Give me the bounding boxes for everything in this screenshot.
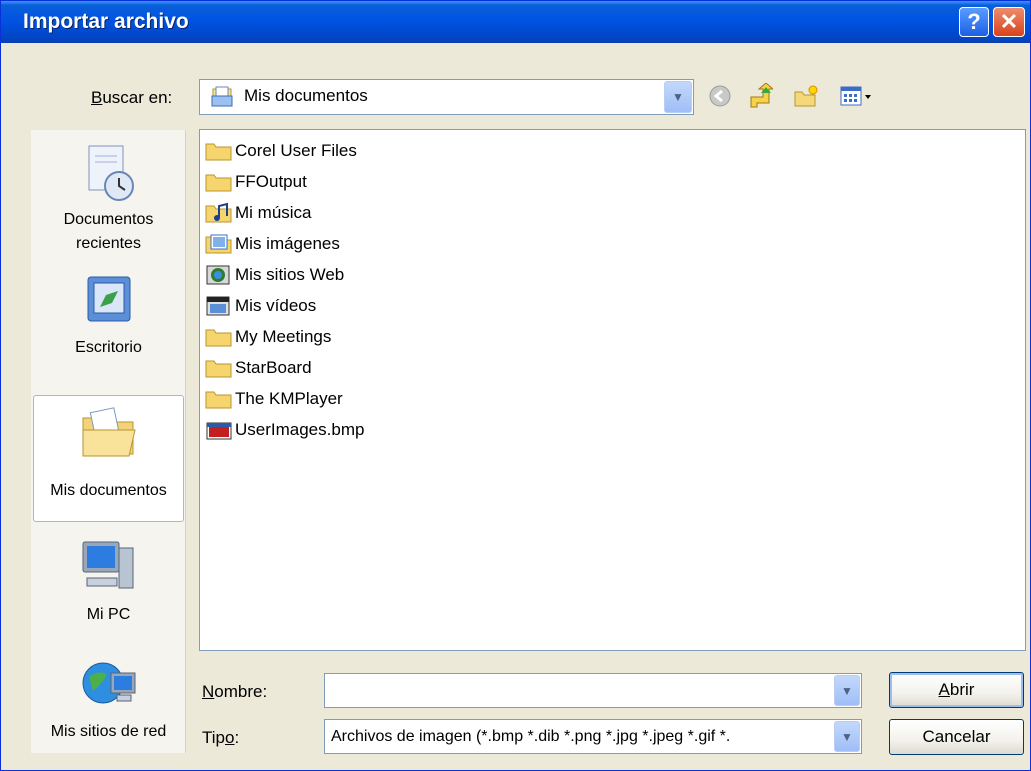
look-in-value: Mis documentos bbox=[244, 86, 368, 105]
folder-icon bbox=[205, 360, 232, 378]
filetype-value: Archivos de imagen (*.bmp *.dib *.png *.… bbox=[331, 728, 731, 745]
cancel-button[interactable]: Cancelar bbox=[889, 719, 1024, 755]
recent-documents-icon bbox=[88, 145, 134, 201]
import-file-dialog: Importar archivo ? ✕ Buscar en: Mis docu… bbox=[0, 0, 1031, 771]
folder-icon bbox=[205, 391, 232, 409]
close-button[interactable]: ✕ bbox=[993, 7, 1025, 37]
places-bar: Documentos recientes Escritorio Mis docu… bbox=[31, 130, 186, 753]
place-desktop[interactable]: Escritorio bbox=[31, 273, 186, 357]
list-item[interactable]: The KMPlayer bbox=[205, 386, 343, 412]
file-name: The KMPlayer bbox=[235, 389, 343, 408]
place-label: Mi PC bbox=[86, 606, 131, 623]
back-icon[interactable] bbox=[707, 83, 733, 109]
chevron-down-icon: ▼ bbox=[841, 683, 853, 698]
chevron-down-icon: ▼ bbox=[841, 729, 853, 744]
title-bar[interactable]: Importar archivo ? ✕ bbox=[1, 1, 1030, 43]
list-item[interactable]: Mis vídeos bbox=[205, 293, 316, 319]
folder-icon bbox=[205, 174, 232, 192]
place-my-computer[interactable]: Mi PC bbox=[31, 538, 186, 624]
file-name: UserImages.bmp bbox=[235, 420, 365, 439]
look-in-label: Buscar en: bbox=[91, 88, 173, 107]
list-item[interactable]: UserImages.bmp bbox=[205, 417, 364, 443]
place-label: Documentos recientes bbox=[63, 211, 154, 252]
list-item[interactable]: Mis imágenes bbox=[205, 231, 340, 257]
filename-field[interactable]: ▼ bbox=[324, 673, 862, 708]
new-folder-icon[interactable] bbox=[793, 83, 819, 109]
video-folder-icon bbox=[206, 296, 230, 316]
open-button[interactable]: Abrir bbox=[889, 672, 1024, 708]
web-folder-icon bbox=[206, 265, 230, 285]
up-folder-icon[interactable] bbox=[747, 83, 773, 109]
file-name: My Meetings bbox=[235, 327, 332, 346]
list-item[interactable]: Mis sitios Web bbox=[205, 262, 344, 288]
bmp-file-icon bbox=[206, 422, 232, 440]
pictures-folder-icon bbox=[205, 234, 232, 254]
list-item[interactable]: My Meetings bbox=[205, 324, 331, 350]
view-menu-icon[interactable] bbox=[839, 83, 875, 109]
folder-icon bbox=[205, 143, 232, 161]
place-label: Escritorio bbox=[75, 339, 142, 356]
filename-dropdown-button[interactable]: ▼ bbox=[834, 675, 860, 706]
list-item[interactable]: StarBoard bbox=[205, 355, 312, 381]
desktop-icon bbox=[87, 276, 130, 322]
list-item[interactable]: Mi música bbox=[205, 200, 312, 226]
close-icon: ✕ bbox=[999, 9, 1019, 34]
filetype-dropdown-button[interactable]: ▼ bbox=[834, 721, 860, 752]
file-name: Mis imágenes bbox=[235, 234, 340, 253]
place-recent-documents[interactable]: Documentos recientes bbox=[31, 142, 186, 256]
file-list[interactable]: Corel User Files FFOutput Mi música Mis … bbox=[199, 129, 1026, 651]
list-item[interactable]: Corel User Files bbox=[205, 138, 357, 164]
help-icon: ? bbox=[967, 9, 981, 34]
folder-icon bbox=[205, 329, 232, 347]
file-name: Mis sitios Web bbox=[235, 265, 345, 284]
file-name: StarBoard bbox=[235, 358, 312, 377]
my-documents-icon bbox=[82, 407, 136, 457]
file-name: FFOutput bbox=[235, 172, 307, 191]
help-button[interactable]: ? bbox=[959, 7, 989, 37]
network-places-icon bbox=[82, 662, 135, 704]
file-name: Mis vídeos bbox=[235, 296, 317, 315]
chevron-down-icon: ▼ bbox=[672, 90, 684, 104]
my-documents-small-icon bbox=[211, 86, 233, 107]
look-in-dropdown-button[interactable]: ▼ bbox=[664, 81, 692, 113]
place-network-places[interactable]: Mis sitios de red bbox=[31, 655, 186, 741]
place-my-documents[interactable]: Mis documentos bbox=[33, 395, 184, 522]
filetype-label: Tipo: bbox=[202, 728, 240, 747]
place-label: Mis documentos bbox=[50, 482, 167, 499]
place-label: Mis sitios de red bbox=[50, 723, 167, 740]
file-name: Corel User Files bbox=[235, 141, 357, 160]
filename-label: Nombre: bbox=[202, 682, 268, 701]
file-name: Mi música bbox=[235, 203, 312, 222]
my-computer-icon bbox=[82, 541, 133, 589]
look-in-dropdown[interactable]: Mis documentos ▼ bbox=[199, 79, 694, 115]
list-item[interactable]: FFOutput bbox=[205, 169, 307, 195]
filetype-dropdown[interactable]: Archivos de imagen (*.bmp *.dib *.png *.… bbox=[324, 719, 862, 754]
music-folder-icon bbox=[205, 202, 232, 223]
window-title: Importar archivo bbox=[23, 10, 189, 33]
